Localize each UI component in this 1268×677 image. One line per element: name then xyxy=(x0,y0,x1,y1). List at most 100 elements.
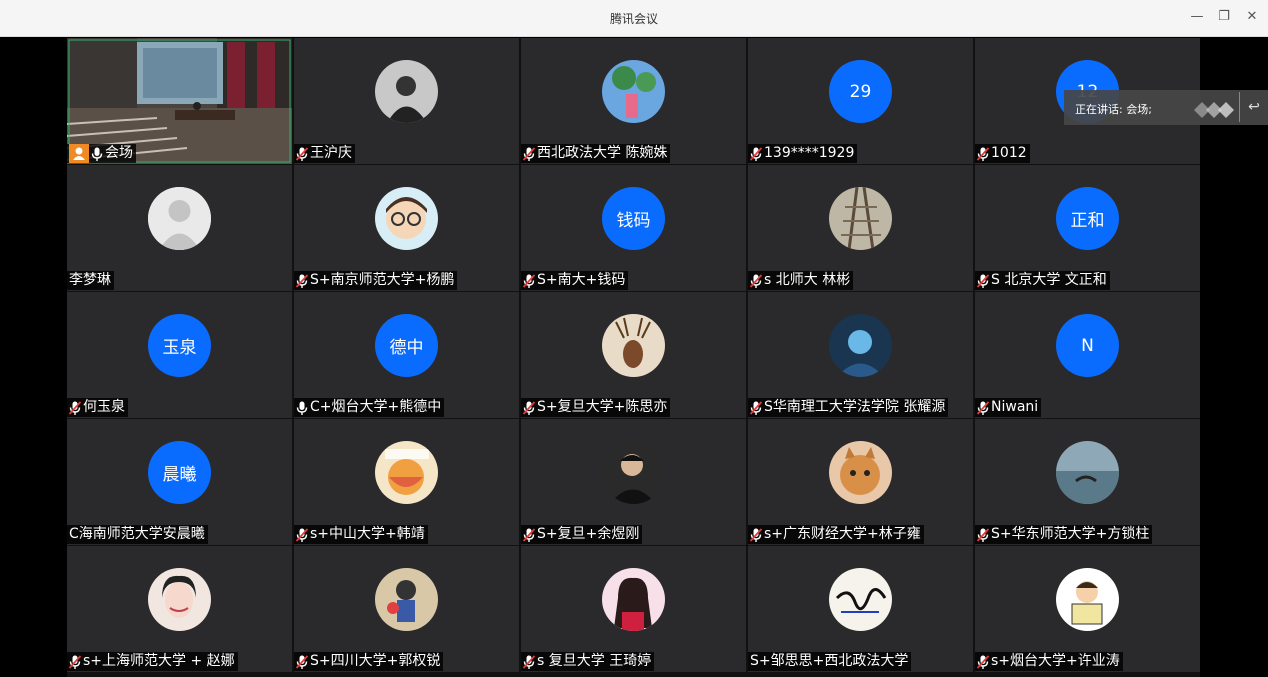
participant-name-label: S+邹思思+西北政法大学 xyxy=(748,652,912,671)
window-title: 腾讯会议 xyxy=(609,12,658,26)
participant-name: 李梦琳 xyxy=(69,272,111,288)
participant-name-label: C海南师范大学安晨曦 xyxy=(67,525,208,544)
speaking-indicator: 正在讲话: 会场; ↩ xyxy=(1064,90,1268,125)
title-bar: 腾讯会议 — ❐ ✕ xyxy=(0,0,1268,37)
microphone-muted-icon xyxy=(69,654,81,669)
participant-name: 西北政法大学 陈婉姝 xyxy=(537,145,668,161)
participant-name-label: 139****1929 xyxy=(748,144,858,163)
participant-name-label: 何玉泉 xyxy=(67,398,128,417)
participant-tile[interactable]: S+复旦+余煜刚 xyxy=(521,419,746,545)
participant-name-label: S+华东师范大学+方锁柱 xyxy=(975,525,1153,544)
participant-name-label: S+四川大学+郭权锐 xyxy=(294,652,444,671)
participant-name-label: S+复旦大学+陈思亦 xyxy=(521,398,671,417)
participant-tile[interactable]: 李梦琳 xyxy=(67,165,292,291)
restore-button[interactable]: ❐ xyxy=(1215,8,1233,26)
host-icon xyxy=(69,144,89,163)
participant-name-label: 李梦琳 xyxy=(67,271,114,290)
participant-name-label: s+烟台大学+许业涛 xyxy=(975,652,1123,671)
participant-tile[interactable]: 西北政法大学 陈婉姝 xyxy=(521,38,746,164)
participant-tile[interactable]: S+邹思思+西北政法大学 xyxy=(748,546,973,672)
participant-name: s+烟台大学+许业涛 xyxy=(991,653,1120,669)
microphone-icon xyxy=(91,147,103,161)
microphone-muted-icon xyxy=(523,273,535,288)
microphone-muted-icon xyxy=(296,146,308,161)
microphone-muted-icon xyxy=(523,400,535,415)
microphone-muted-icon xyxy=(750,400,762,415)
microphone-muted-icon xyxy=(523,654,535,669)
participant-tile[interactable]: N Niwani xyxy=(975,292,1200,418)
participant-tile[interactable]: 玉泉何玉泉 xyxy=(67,292,292,418)
participant-name-label: s 北师大 林彬 xyxy=(748,271,854,290)
avatar-photo xyxy=(602,568,665,631)
participant-name: S 北京大学 文正和 xyxy=(991,272,1107,288)
participant-tile[interactable]: 29 139****1929 xyxy=(748,38,973,164)
avatar-photo xyxy=(602,314,665,377)
microphone-muted-icon xyxy=(523,146,535,161)
participant-tile[interactable]: S+四川大学+郭权锐 xyxy=(294,546,519,672)
participant-tile[interactable]: s+烟台大学+许业涛 xyxy=(975,546,1200,672)
participant-tile[interactable]: 正和 S 北京大学 文正和 xyxy=(975,165,1200,291)
microphone-muted-icon xyxy=(296,273,308,288)
speaking-wave-icon xyxy=(1194,102,1234,118)
participant-tile[interactable]: s+中山大学+韩靖 xyxy=(294,419,519,545)
participant-tile[interactable]: S+复旦大学+陈思亦 xyxy=(521,292,746,418)
default-avatar-icon xyxy=(148,187,211,250)
participant-name-label: C+烟台大学+熊德中 xyxy=(294,398,445,417)
avatar-photo xyxy=(375,568,438,631)
participant-name: 何玉泉 xyxy=(83,399,125,415)
participant-tile[interactable]: 会场 xyxy=(67,38,292,164)
participant-tile[interactable]: S+华东师范大学+方锁柱 xyxy=(975,419,1200,545)
minimize-button[interactable]: — xyxy=(1188,8,1206,26)
participant-name-label: s 复旦大学 王琦婷 xyxy=(521,652,655,671)
participant-name: s 北师大 林彬 xyxy=(764,272,851,288)
avatar: 玉泉 xyxy=(148,314,211,377)
participant-name: s+中山大学+韩靖 xyxy=(310,526,425,542)
participant-name-label: S+南大+钱码 xyxy=(521,271,629,290)
close-button[interactable]: ✕ xyxy=(1243,8,1261,26)
avatar-photo xyxy=(602,60,665,123)
participant-name-label: S华南理工大学法学院 张耀源 xyxy=(748,398,949,417)
microphone-muted-icon xyxy=(750,527,762,542)
participant-name: s+上海师范大学 + 赵娜 xyxy=(83,653,235,669)
avatar: 德中 xyxy=(375,314,438,377)
avatar-photo xyxy=(829,187,892,250)
participant-tile[interactable]: S+南京师范大学+杨鹏 xyxy=(294,165,519,291)
microphone-muted-icon xyxy=(750,146,762,161)
participant-name: S华南理工大学法学院 张耀源 xyxy=(764,399,946,415)
avatar-photo xyxy=(375,441,438,504)
participant-tile[interactable]: S华南理工大学法学院 张耀源 xyxy=(748,292,973,418)
avatar: 29 xyxy=(829,60,892,123)
participant-tile[interactable]: s 复旦大学 王琦婷 xyxy=(521,546,746,672)
participant-tile[interactable]: s+上海师范大学 + 赵娜 xyxy=(67,546,292,672)
participant-name: C+烟台大学+熊德中 xyxy=(310,399,442,415)
participant-grid: 会场王沪庆西北政法大学 陈婉姝29139****1929121012李梦琳S+南… xyxy=(67,38,1200,677)
participant-tile[interactable]: s+广东财经大学+林子雍 xyxy=(748,419,973,545)
participant-tile[interactable]: 德中 C+烟台大学+熊德中 xyxy=(294,292,519,418)
participant-tile[interactable]: 钱码 S+南大+钱码 xyxy=(521,165,746,291)
microphone-muted-icon xyxy=(977,527,989,542)
participant-tile[interactable]: 王沪庆 xyxy=(294,38,519,164)
participant-name: S+华东师范大学+方锁柱 xyxy=(991,526,1150,542)
participant-name: 会场 xyxy=(105,145,133,161)
participant-name-label: Niwani xyxy=(975,398,1042,417)
participant-name: s+广东财经大学+林子雍 xyxy=(764,526,921,542)
avatar-photo xyxy=(602,441,665,504)
avatar: 晨曦 xyxy=(148,441,211,504)
microphone-muted-icon xyxy=(523,527,535,542)
participant-name-label: s+广东财经大学+林子雍 xyxy=(748,525,924,544)
avatar-photo xyxy=(829,441,892,504)
participant-name: S+南大+钱码 xyxy=(537,272,626,288)
participant-name: 王沪庆 xyxy=(310,145,352,161)
collapse-icon[interactable]: ↩ xyxy=(1239,92,1268,122)
participant-tile[interactable]: s 北师大 林彬 xyxy=(748,165,973,291)
participant-name: 1012 xyxy=(991,145,1027,161)
microphone-muted-icon xyxy=(296,654,308,669)
avatar: N xyxy=(1056,314,1119,377)
avatar: 正和 xyxy=(1056,187,1119,250)
participant-name: S+四川大学+郭权锐 xyxy=(310,653,441,669)
participant-name: 139****1929 xyxy=(764,145,855,161)
participant-name-label: s+中山大学+韩靖 xyxy=(294,525,428,544)
participant-tile[interactable]: 晨曦 C海南师范大学安晨曦 xyxy=(67,419,292,545)
participant-name-label: 会场 xyxy=(67,144,136,163)
participant-name-label: 西北政法大学 陈婉姝 xyxy=(521,144,671,163)
